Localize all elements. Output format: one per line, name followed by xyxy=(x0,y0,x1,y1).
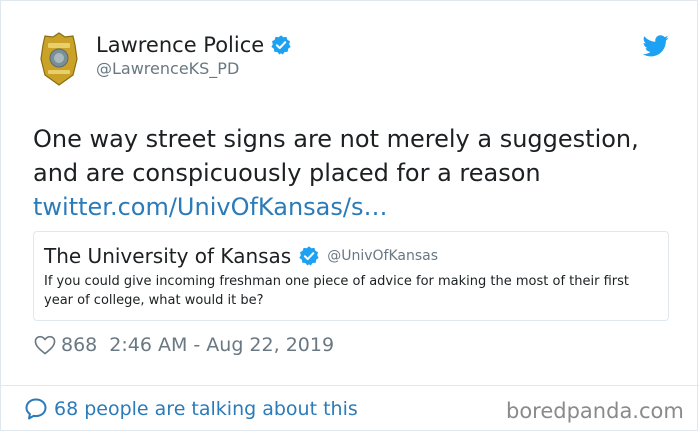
author-name-label[interactable]: Lawrence Police xyxy=(96,33,264,57)
speech-bubble-icon xyxy=(25,398,47,420)
police-badge-avatar[interactable] xyxy=(39,31,79,87)
quoted-verified-badge-icon xyxy=(299,246,319,266)
author-name[interactable]: Lawrence Police xyxy=(96,33,292,57)
tweet-text-line-2: and are conspicuously placed for a reaso… xyxy=(33,159,541,187)
tweet-text-line-1: One way street signs are not merely a su… xyxy=(33,125,639,153)
quoted-author-name[interactable]: The University of Kansas xyxy=(44,244,291,268)
tweet-timestamp[interactable]: 2:46 AM - Aug 22, 2019 xyxy=(109,334,334,356)
verified-badge-icon xyxy=(271,35,291,55)
footer-divider xyxy=(1,385,699,386)
tweet-link[interactable]: twitter.com/UnivOfKansas/s… xyxy=(33,190,673,224)
quoted-tweet[interactable]: The University of Kansas @UnivOfKansas I… xyxy=(33,231,669,321)
quoted-tweet-text: If you could give incoming freshman one … xyxy=(44,274,629,308)
conversation-link[interactable]: 68 people are talking about this xyxy=(24,397,358,421)
heart-icon[interactable] xyxy=(34,335,56,355)
tweet-text: One way street signs are not merely a su… xyxy=(33,122,673,224)
like-count[interactable]: 868 xyxy=(61,334,97,356)
quoted-author-handle[interactable]: @UnivOfKansas xyxy=(327,248,438,264)
quoted-tweet-header: The University of Kansas @UnivOfKansas xyxy=(44,244,438,268)
author-handle[interactable]: @LawrenceKS_PD xyxy=(96,59,239,78)
embedded-tweet-card: Lawrence Police @LawrenceKS_PD One way s… xyxy=(0,0,699,431)
watermark: boredpanda.com xyxy=(506,399,684,423)
conversation-count-label[interactable]: 68 people are talking about this xyxy=(54,398,358,420)
twitter-bird-icon[interactable] xyxy=(643,35,669,57)
tweet-meta: 868 2:46 AM - Aug 22, 2019 xyxy=(34,334,334,356)
